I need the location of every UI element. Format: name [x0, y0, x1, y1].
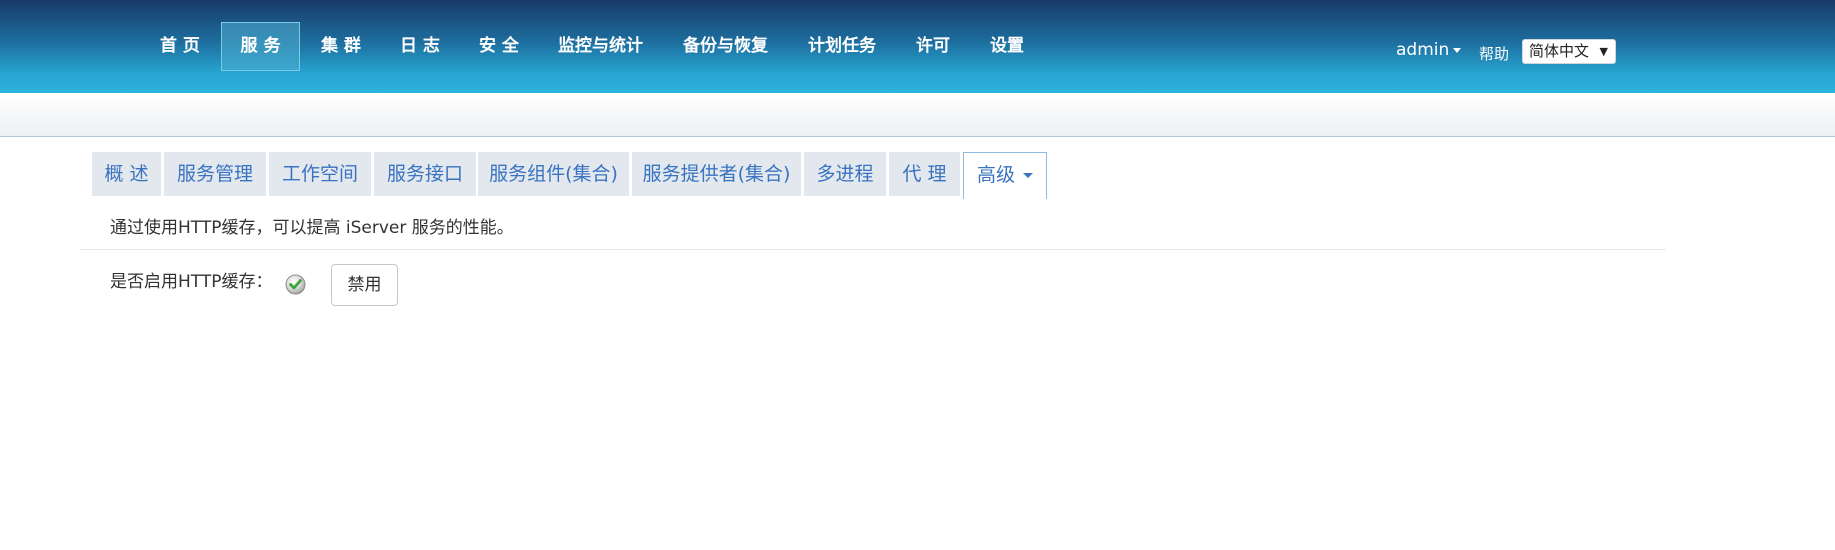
tab-service-interface[interactable]: 服务接口	[374, 152, 476, 196]
top-navigation-bar: 首 页 服 务 集 群 日 志 安 全 监控与统计 备份与恢复 计划任务 许可 …	[0, 0, 1835, 93]
help-link[interactable]: 帮助	[1479, 43, 1509, 64]
caret-down-icon	[1023, 173, 1033, 178]
nav-scheduled-tasks[interactable]: 计划任务	[808, 22, 876, 71]
tab-multiprocess[interactable]: 多进程	[804, 152, 886, 196]
user-menu[interactable]: admin	[1396, 40, 1462, 60]
nav-license[interactable]: 许可	[916, 22, 950, 71]
check-circle-icon	[285, 274, 306, 295]
nav-backup[interactable]: 备份与恢复	[683, 22, 768, 71]
divider	[79, 249, 1666, 250]
tab-proxy[interactable]: 代 理	[889, 152, 960, 196]
user-name: admin	[1396, 40, 1450, 60]
sub-header-bar	[0, 93, 1835, 137]
nav-services[interactable]: 服 务	[221, 22, 300, 71]
tab-service-components[interactable]: 服务组件(集合)	[478, 152, 629, 196]
tab-service-management[interactable]: 服务管理	[164, 152, 266, 196]
language-select[interactable]: 简体中文 ▼	[1522, 39, 1616, 64]
nav-settings[interactable]: 设置	[990, 22, 1024, 71]
disable-cache-button[interactable]: 禁用	[331, 264, 398, 306]
nav-security[interactable]: 安 全	[479, 22, 519, 71]
cache-description: 通过使用HTTP缓存，可以提高 iServer 服务的性能。	[110, 218, 514, 238]
tab-workspace[interactable]: 工作空间	[269, 152, 371, 196]
caret-down-icon	[1453, 47, 1462, 53]
cache-enabled-label: 是否启用HTTP缓存：	[110, 272, 273, 292]
tab-advanced[interactable]: 高级	[963, 152, 1047, 199]
tab-service-providers[interactable]: 服务提供者(集合)	[632, 152, 801, 196]
nav-monitoring[interactable]: 监控与统计	[558, 22, 643, 71]
dropdown-arrow-icon: ▼	[1599, 45, 1608, 58]
tab-overview[interactable]: 概 述	[92, 152, 161, 196]
nav-logs[interactable]: 日 志	[400, 22, 440, 71]
nav-home[interactable]: 首 页	[160, 22, 200, 71]
language-value: 简体中文	[1529, 42, 1590, 60]
tab-advanced-label: 高级	[976, 164, 1015, 186]
nav-cluster[interactable]: 集 群	[321, 22, 361, 71]
